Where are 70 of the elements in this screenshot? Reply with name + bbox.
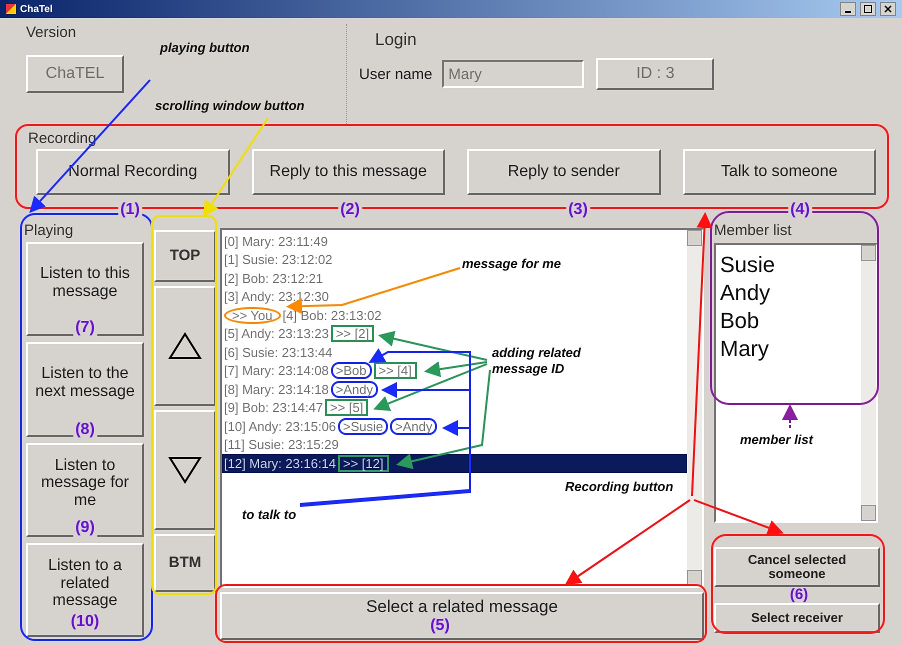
- member-item[interactable]: Susie: [720, 251, 776, 279]
- group-label: Version: [26, 24, 78, 41]
- message-row[interactable]: >> You [4] Bob: 23:13:02: [222, 306, 384, 324]
- annotation-label: scrolling window button: [155, 98, 306, 114]
- member-item[interactable]: Andy: [720, 279, 770, 307]
- annotation-label: playing button: [160, 40, 251, 56]
- message-text: [4] Bob: 23:13:02: [282, 308, 382, 323]
- related-message-tag: >> [12]: [338, 454, 388, 472]
- annotation-label: member list: [740, 432, 814, 448]
- minimize-icon[interactable]: [840, 2, 856, 16]
- callout-number: (8): [73, 420, 97, 439]
- recording-button[interactable]: Talk to someone: [682, 149, 876, 195]
- scrollbar[interactable]: [687, 230, 702, 586]
- callout-number: (10): [68, 612, 102, 631]
- callout-number: (5): [428, 616, 452, 635]
- scroll-down-button[interactable]: [154, 410, 216, 530]
- message-text: [10] Andy: 23:15:06: [224, 418, 336, 434]
- scroll-button[interactable]: BTM: [154, 534, 216, 592]
- message-row[interactable]: [10] Andy: 23:15:06 >Susie >Andy: [222, 417, 440, 436]
- receiver-button[interactable]: Select receiver: [714, 603, 880, 633]
- recipient-tag: >Susie: [338, 418, 388, 435]
- message-text: [9] Bob: 23:14:47: [224, 400, 324, 416]
- scrollbar[interactable]: [861, 245, 876, 521]
- annotation-arrow: [782, 404, 798, 428]
- message-for-me-tag: >> You: [224, 306, 280, 324]
- window-title: ChaTel: [20, 4, 53, 14]
- scroll-up-button[interactable]: [154, 286, 216, 406]
- message-text: [8] Mary: 23:14:18: [224, 382, 329, 397]
- close-icon[interactable]: [880, 2, 896, 16]
- message-text: [12] Mary: 23:16:14: [224, 456, 336, 471]
- callout-number: (4): [788, 200, 812, 219]
- recipient-tag: >Bob: [330, 362, 372, 380]
- group-label: Recording: [28, 130, 98, 147]
- recipient-tag: >Andy: [330, 380, 378, 398]
- recording-button[interactable]: Normal Recording: [36, 149, 230, 195]
- maximize-icon[interactable]: [860, 2, 876, 16]
- callout-number: (1): [118, 200, 142, 219]
- annotation-label: adding related message ID: [492, 345, 582, 378]
- related-message-tag: >> [4]: [374, 362, 417, 380]
- field-label: User name: [359, 66, 432, 82]
- member-item[interactable]: Bob: [720, 307, 760, 335]
- annotation-label: message for me: [462, 256, 562, 272]
- triangle-up-icon: [168, 332, 202, 360]
- recipient-tag: >Andy: [390, 418, 438, 435]
- message-row[interactable]: [8] Mary: 23:14:18 >Andy: [222, 380, 380, 398]
- recording-button[interactable]: Reply to this message: [252, 149, 445, 195]
- message-row[interactable]: [12] Mary: 23:16:14 >> [12]: [222, 454, 687, 472]
- callout-number: (3): [566, 200, 590, 219]
- related-message-tag: >> [2]: [330, 325, 374, 342]
- annotation-label: Recording button: [565, 479, 674, 496]
- receiver-button[interactable]: Cancel selected someone: [714, 547, 880, 587]
- recording-button[interactable]: Reply to sender: [467, 149, 660, 195]
- callout-number: (9): [73, 518, 97, 537]
- triangle-down-icon: [168, 456, 202, 484]
- related-message-tag: >> [5]: [325, 399, 368, 416]
- message-row[interactable]: [5] Andy: 23:13:23 >> [2]: [222, 324, 376, 343]
- group-label: Member list: [714, 222, 793, 239]
- group-label: Login: [374, 29, 418, 50]
- annotation-label: to talk to: [242, 507, 298, 524]
- message-text: [5] Andy: 23:13:23: [224, 326, 329, 342]
- message-row[interactable]: [9] Bob: 23:14:47 >> [5]: [222, 398, 370, 417]
- scroll-button[interactable]: TOP: [154, 230, 216, 282]
- callout-number: (7): [73, 318, 97, 337]
- message-row[interactable]: [7] Mary: 23:14:08 >Bob >> [4]: [222, 362, 419, 380]
- callout-number: (2): [338, 200, 362, 219]
- app-icon: [6, 4, 16, 14]
- member-item[interactable]: Mary: [720, 335, 769, 363]
- group-label: Playing: [24, 222, 74, 239]
- callout-number: (6): [790, 587, 808, 603]
- message-text: [7] Mary: 23:14:08: [224, 363, 329, 378]
